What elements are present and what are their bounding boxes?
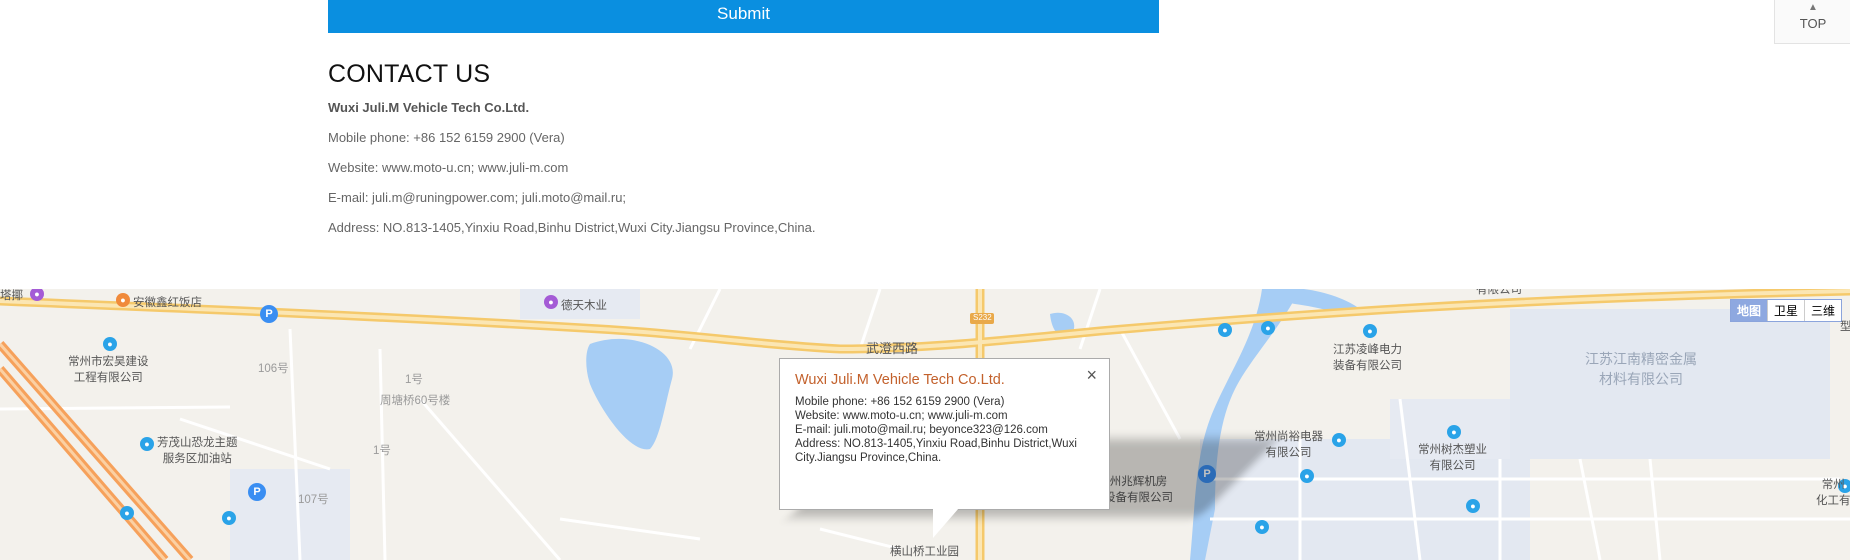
submit-button[interactable]: Submit [328, 0, 1159, 33]
map-label: 横山桥工业园 [890, 546, 959, 558]
contact-heading: CONTACT US [328, 60, 491, 88]
map-label: 常州 化工有 [1816, 479, 1850, 507]
map-label: 安徽鑫红饭店 [133, 297, 202, 309]
parking-icon[interactable]: P [248, 483, 266, 501]
back-to-top-button[interactable]: ▲ TOP [1774, 0, 1850, 44]
company-pin-icon[interactable]: ● [1466, 499, 1480, 513]
building-pin-icon[interactable]: ● [1261, 321, 1275, 335]
map-road-badge: S232 [973, 313, 992, 322]
bus-pin-icon[interactable]: ● [222, 511, 236, 525]
building-pin-icon[interactable]: ● [1300, 469, 1314, 483]
map-type-standard-button[interactable]: 地图 [1730, 300, 1767, 321]
map-label: 芳茂山恐龙主题 服务区加油站 [157, 437, 238, 465]
restaurant-pin-icon[interactable]: ● [116, 293, 130, 307]
info-window-website: Website: www.moto-u.cn; www.juli-m.com [795, 410, 1008, 422]
contact-company: Wuxi Juli.M Vehicle Tech Co.Ltd. [328, 100, 530, 115]
info-window-phone: Mobile phone: +86 152 6159 2900 (Vera) [795, 396, 1005, 408]
info-window-email: E-mail: juli.moto@mail.ru; beyonce323@12… [795, 424, 1048, 436]
map-type-satellite-button[interactable]: 卫星 [1766, 300, 1804, 321]
map-label: 常州树杰塑业 有限公司 [1418, 444, 1487, 472]
map-label: 江苏江南精密金属 材料有限公司 [1585, 351, 1697, 387]
map-type-3d-button[interactable]: 三维 [1803, 300, 1841, 321]
contact-phone: Mobile phone: +86 152 6159 2900 (Vera) [328, 130, 565, 145]
map-label: 江苏凌峰电力 装备有限公司 [1333, 344, 1402, 372]
company-pin-icon[interactable]: ● [1255, 520, 1269, 534]
gas-station-pin-icon[interactable]: ● [140, 437, 154, 451]
map-label: 德天木业 [561, 300, 607, 312]
map-view[interactable]: 地图 卫星 三维 ● ● ● P ● ● P ● ● ● ● ● ● ● ● ●… [0, 289, 1850, 560]
parking-icon[interactable]: P [260, 305, 278, 323]
shop-pin-icon[interactable]: ● [544, 295, 558, 309]
info-window-title: Wuxi Juli.M Vehicle Tech Co.Ltd. [795, 372, 1005, 388]
map-label: 塔揶 [0, 290, 23, 302]
company-pin-icon[interactable]: ● [1447, 425, 1461, 439]
close-icon[interactable]: × [1086, 365, 1097, 386]
info-window-pointer [933, 508, 959, 538]
company-pin-icon[interactable]: ● [1332, 433, 1346, 447]
map-label: 106号 [258, 363, 289, 375]
map-label: 1号 [405, 374, 423, 386]
chevron-up-icon: ▲ [1808, 2, 1818, 13]
contact-section: CONTACT US Wuxi Juli.M Vehicle Tech Co.L… [328, 60, 815, 250]
map-road-label: 武澄西路 [866, 341, 919, 356]
map-label: 周塘桥60号楼 [380, 395, 451, 407]
map-info-window: × Wuxi Juli.M Vehicle Tech Co.Ltd. Mobil… [779, 358, 1110, 510]
map-label: 常州市宏昊建设 工程有限公司 [68, 356, 149, 384]
building-pin-icon[interactable]: ● [1218, 323, 1232, 337]
company-pin-icon[interactable]: ● [1363, 324, 1377, 338]
map-type-switcher: 地图 卫星 三维 [1729, 299, 1842, 322]
contact-email: E-mail: juli.m@runingpower.com; juli.mot… [328, 190, 627, 205]
company-pin-icon[interactable]: ● [103, 337, 117, 351]
info-window-address: Address: NO.813-1405,Yinxiu Road,Binhu D… [795, 438, 1077, 464]
contact-website: Website: www.moto-u.cn; www.juli-m.com [328, 160, 569, 175]
map-label: 型 [1840, 321, 1850, 333]
bus-pin-icon[interactable]: ● [120, 506, 134, 520]
map-label: 1号 [373, 445, 391, 457]
contact-address: Address: NO.813-1405,Yinxiu Road,Binhu D… [328, 220, 816, 235]
back-to-top-label: TOP [1799, 16, 1827, 31]
map-label: 有限公司 [1476, 289, 1522, 296]
map-label: 107号 [298, 494, 329, 506]
